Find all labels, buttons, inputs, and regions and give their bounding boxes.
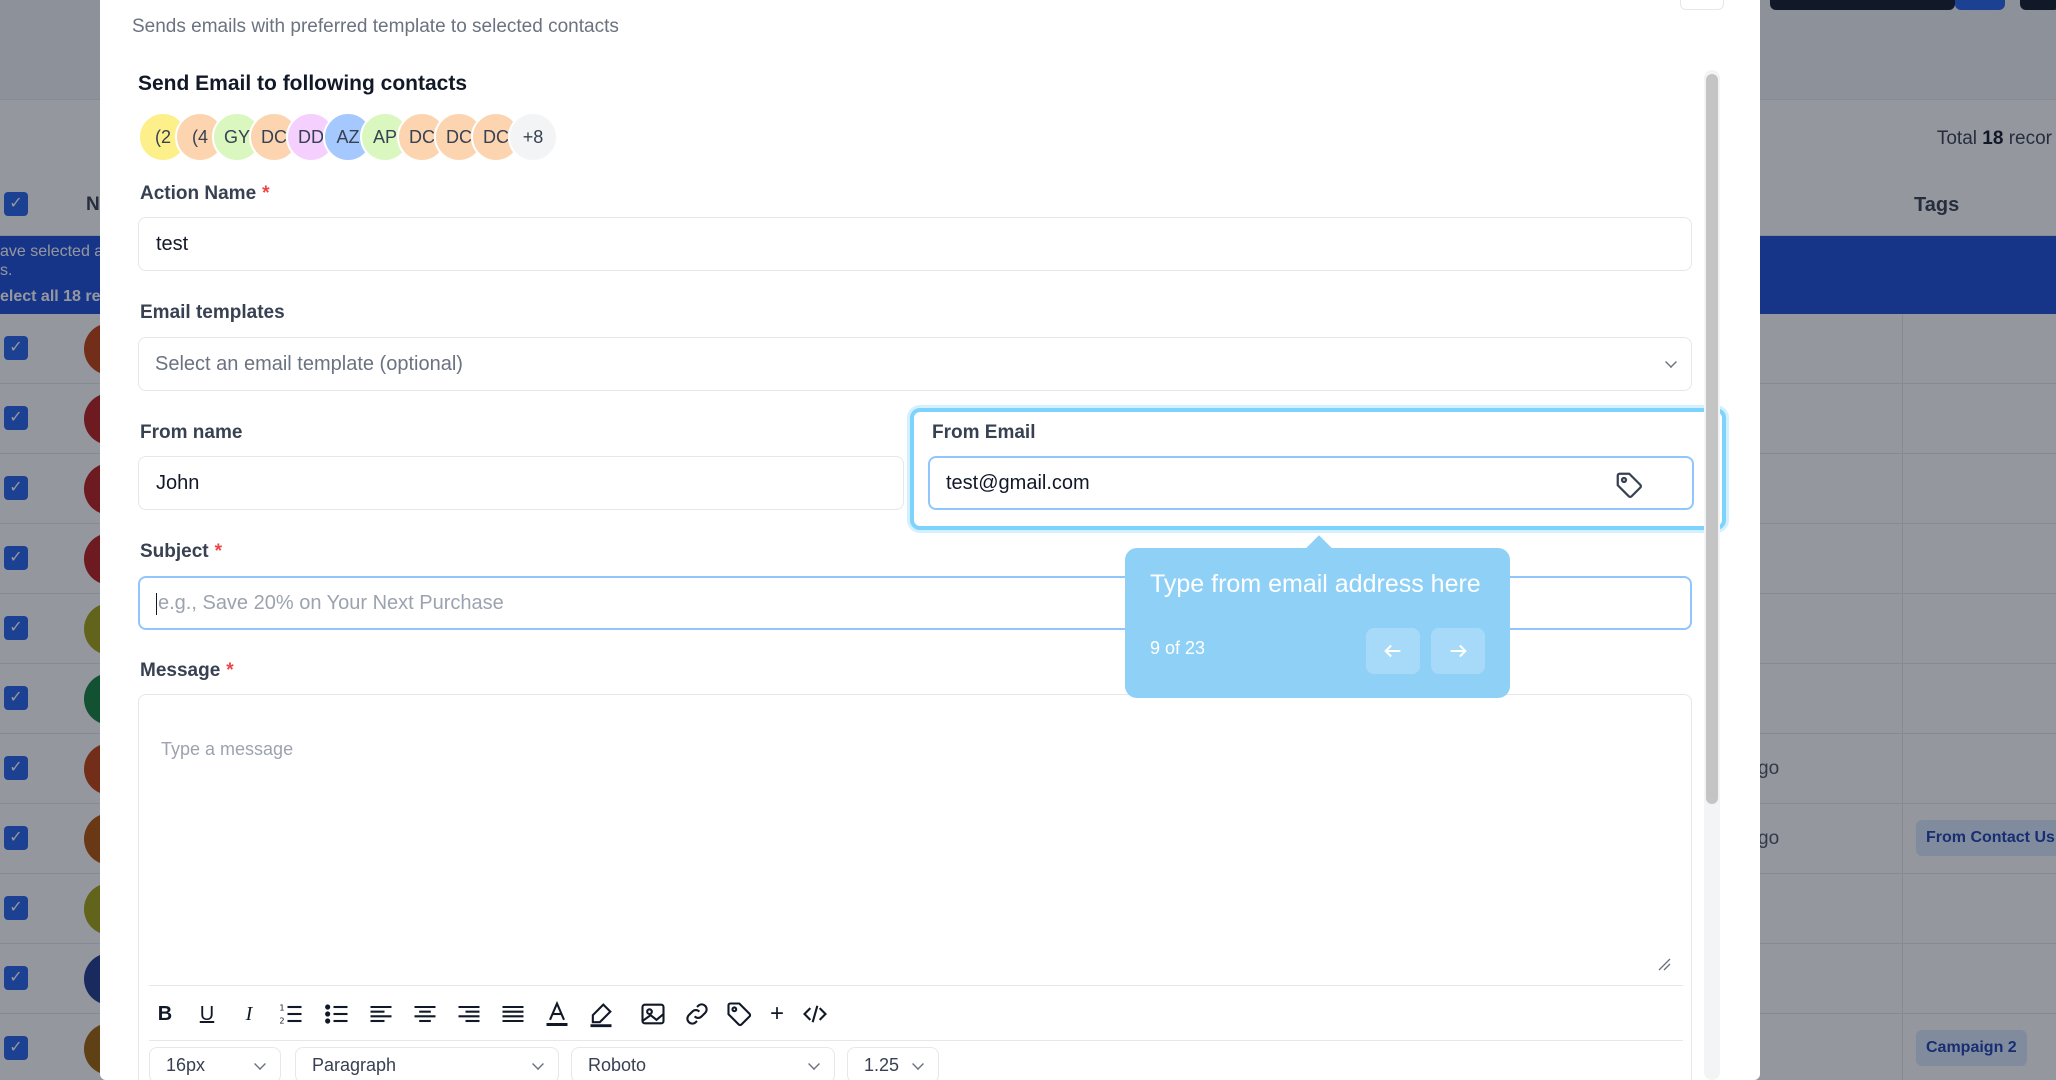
- from-name-input[interactable]: John: [138, 456, 904, 510]
- chevron-down-icon: [1665, 356, 1677, 368]
- email-template-select[interactable]: Select an email template (optional): [138, 337, 1692, 391]
- more-recipients-badge: +8: [508, 112, 558, 162]
- bullet-list-icon[interactable]: [323, 1000, 351, 1028]
- message-editor[interactable]: Type a message B U I 12 + 16px Paragraph…: [138, 694, 1692, 1080]
- text-cursor: [156, 592, 157, 615]
- line-height-select[interactable]: 1.25: [847, 1047, 939, 1080]
- tag-icon[interactable]: [1614, 470, 1644, 500]
- arrow-right-icon: [1450, 644, 1467, 658]
- tooltip-prev-button[interactable]: [1366, 628, 1420, 674]
- modal-scrollbar-thumb[interactable]: [1706, 74, 1718, 804]
- resize-handle-icon[interactable]: [1657, 957, 1671, 971]
- link-icon[interactable]: [683, 1000, 711, 1028]
- arrow-left-icon: [1384, 644, 1401, 658]
- message-placeholder: Type a message: [161, 739, 294, 759]
- underline-icon[interactable]: U: [193, 1000, 221, 1028]
- font-size-select[interactable]: 16px: [149, 1047, 281, 1080]
- code-icon[interactable]: [801, 1000, 829, 1028]
- align-right-icon[interactable]: [455, 1000, 483, 1028]
- highlight-color-icon[interactable]: [587, 1000, 615, 1028]
- svg-text:1: 1: [279, 1003, 284, 1013]
- tooltip-text: Type from email address here: [1150, 570, 1481, 598]
- italic-icon[interactable]: I: [235, 1000, 263, 1028]
- align-left-icon[interactable]: [367, 1000, 395, 1028]
- svg-text:2: 2: [279, 1015, 284, 1025]
- action-name-input[interactable]: test: [138, 217, 1692, 271]
- action-name-label: Action Name *: [140, 183, 270, 204]
- font-family-select[interactable]: Roboto: [571, 1047, 835, 1080]
- from-email-input[interactable]: test@gmail.com: [928, 456, 1694, 510]
- align-justify-icon[interactable]: [499, 1000, 527, 1028]
- from-email-label: From Email: [932, 422, 1036, 443]
- editor-toolbar: B U I 12 +: [149, 985, 1683, 1041]
- modal-close-button[interactable]: [1680, 0, 1724, 10]
- bold-icon[interactable]: B: [151, 1000, 179, 1028]
- email-templates-label: Email templates: [140, 302, 285, 323]
- message-label: Message *: [140, 660, 234, 681]
- text-color-icon[interactable]: [543, 1000, 571, 1028]
- align-center-icon[interactable]: [411, 1000, 439, 1028]
- chevron-down-icon: [912, 1058, 924, 1070]
- add-icon[interactable]: +: [763, 1000, 791, 1028]
- merge-tag-icon[interactable]: [725, 1000, 753, 1028]
- subject-label: Subject *: [140, 541, 223, 562]
- ordered-list-icon[interactable]: 12: [277, 1000, 305, 1028]
- chevron-down-icon: [532, 1058, 544, 1070]
- image-icon[interactable]: [639, 1000, 667, 1028]
- from-name-label: From name: [140, 422, 243, 443]
- send-email-modal: Sends emails with preferred template to …: [100, 0, 1760, 1080]
- tooltip-next-button[interactable]: [1431, 628, 1485, 674]
- chevron-down-icon: [254, 1058, 266, 1070]
- recipients-heading: Send Email to following contacts: [138, 72, 468, 95]
- modal-subtitle: Sends emails with preferred template to …: [132, 16, 619, 37]
- tour-tooltip: Type from email address here 9 of 23: [1125, 535, 1510, 698]
- block-type-select[interactable]: Paragraph: [295, 1047, 559, 1080]
- chevron-down-icon: [808, 1058, 820, 1070]
- tooltip-step-counter: 9 of 23: [1150, 638, 1206, 658]
